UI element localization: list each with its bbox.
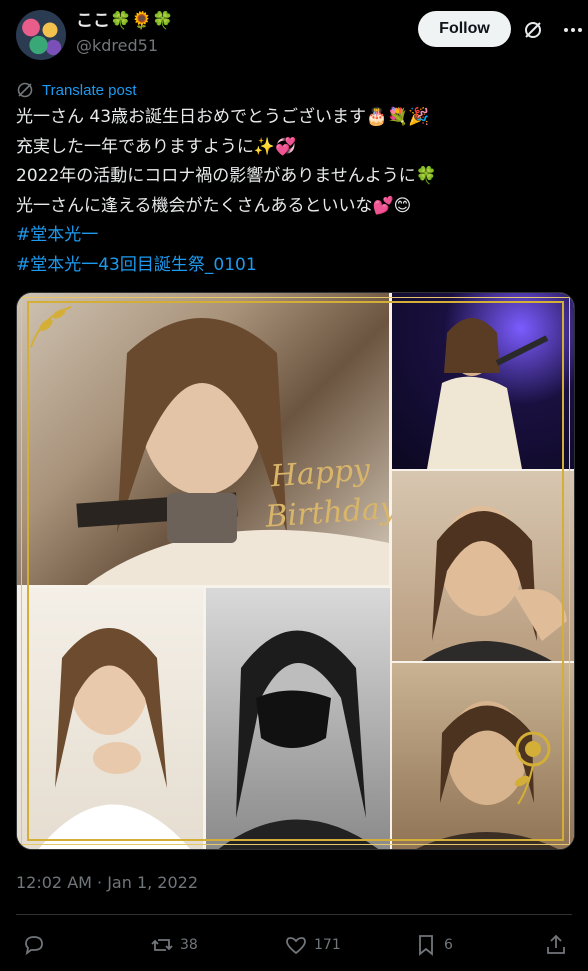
follow-button[interactable]: Follow bbox=[418, 11, 511, 47]
more-options-icon[interactable] bbox=[562, 20, 584, 40]
text-line: 光一さん 43歳お誕生日おめでとうございます🎂💐🎉 bbox=[16, 107, 430, 127]
masked-illustration bbox=[218, 630, 379, 849]
photo-smiling bbox=[392, 471, 574, 661]
translate-post-link[interactable]: Translate post bbox=[16, 80, 137, 100]
share-button[interactable] bbox=[544, 930, 568, 960]
repost-count: 38 bbox=[180, 937, 198, 953]
reply-icon bbox=[25, 936, 43, 956]
gold-leaf-ornament-top-left bbox=[30, 306, 72, 348]
concert-illustration bbox=[427, 318, 549, 469]
translate-label[interactable]: Translate post bbox=[42, 82, 137, 99]
media-collage[interactable]: Happy Birthday bbox=[16, 292, 575, 850]
avatar[interactable] bbox=[16, 10, 66, 60]
handle[interactable]: @kdred51 bbox=[76, 35, 174, 57]
photo-concert bbox=[392, 293, 574, 469]
translate-icon bbox=[17, 82, 33, 98]
tweet-header: ここ🍀🌻🍀 @kdred51 Follow bbox=[16, 10, 582, 60]
heart-icon bbox=[286, 937, 306, 955]
post-timestamp[interactable]: 12:02 AM · Jan 1, 2022 bbox=[16, 873, 198, 892]
grok-icon[interactable] bbox=[523, 20, 543, 40]
smiling-illustration bbox=[422, 506, 567, 661]
tweet-text: 光一さん 43歳お誕生日おめでとうございます🎂💐🎉 充実した一年でありますように… bbox=[16, 103, 572, 280]
bookmark-icon bbox=[419, 935, 433, 956]
bookmark-button[interactable]: 6 bbox=[414, 930, 453, 960]
author-info: ここ🍀🌻🍀 @kdred51 bbox=[76, 10, 174, 57]
text-line: 2022年の活動にコロナ禍の影響がありませんように🍀 bbox=[16, 166, 437, 186]
repost-icon bbox=[151, 939, 173, 951]
action-bar: 38 171 6 bbox=[16, 930, 572, 960]
bookmark-count: 6 bbox=[444, 937, 453, 953]
text-line: 光一さんに逢える機会がたくさんあるといいな💕😊 bbox=[16, 195, 412, 216]
like-count: 171 bbox=[314, 937, 341, 953]
thinking-illustration bbox=[38, 628, 191, 849]
hashtag-link[interactable]: #堂本光一 bbox=[16, 221, 572, 251]
repost-button[interactable]: 38 bbox=[150, 930, 198, 960]
share-icon bbox=[547, 934, 565, 954]
hashtag-link[interactable]: #堂本光一43回目誕生祭_0101 bbox=[16, 251, 572, 281]
like-button[interactable]: 171 bbox=[284, 930, 341, 960]
text-line: 充実した一年でありますように✨💞 bbox=[16, 136, 297, 157]
photo-thinking bbox=[17, 588, 203, 849]
reply-button[interactable] bbox=[22, 930, 46, 960]
display-name[interactable]: ここ🍀🌻🍀 bbox=[76, 10, 174, 32]
divider bbox=[16, 914, 572, 915]
birthday-overlay: Happy Birthday bbox=[264, 449, 398, 537]
photo-masked-bw bbox=[206, 588, 390, 849]
gold-rose-ornament-bottom-right bbox=[514, 731, 551, 805]
